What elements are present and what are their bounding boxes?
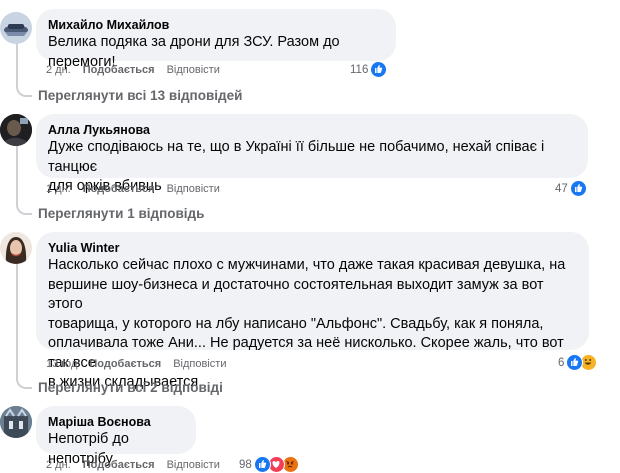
comment-actions: 1 дн. Подобається Відповісти (46, 182, 220, 196)
reaction-count: 116 (350, 63, 369, 76)
like-button[interactable]: Подобається (83, 63, 155, 77)
comment-author[interactable]: Алла Лукьянова (48, 122, 576, 138)
comment-bubble: Yulia Winter Насколько сейчас плохо с му… (36, 232, 589, 390)
comment-timestamp[interactable]: 13 год (46, 357, 77, 371)
reply-button[interactable]: Відповісти (167, 458, 220, 472)
comment-bubble: Алла Лукьянова Дуже сподіваюсь на те, що… (36, 114, 588, 194)
reaction-count: 47 (555, 182, 568, 195)
avatar[interactable] (0, 406, 32, 438)
comment-author[interactable]: Маріша Воєнова (48, 414, 184, 430)
thread-hook (16, 372, 32, 389)
reaction-summary[interactable]: 98 (239, 456, 299, 473)
comment-text: вершине шоу-бизнеса и достаточно состоят… (48, 276, 544, 313)
avatar-image (0, 232, 32, 264)
reaction-summary[interactable]: 116 (350, 61, 388, 78)
comment-bubble: Михайло Михайлов Велика подяка за дрони … (36, 9, 396, 70)
view-replies-link[interactable]: Переглянути 1 відповідь (38, 206, 204, 221)
comment-actions: 2 дн. Подобається Відповісти (46, 63, 220, 77)
view-replies-link[interactable]: Переглянути всі 13 відповідей (38, 88, 242, 103)
avatar-image (0, 406, 32, 438)
comment-actions: 2 дн. Подобається Відповісти (46, 458, 220, 472)
reply-button[interactable]: Відповісти (167, 63, 220, 77)
like-button[interactable]: Подобається (83, 458, 155, 472)
thread-line (16, 264, 18, 376)
reply-button[interactable]: Відповісти (167, 182, 220, 196)
comment-actions: 13 год Подобається Відповісти (46, 357, 226, 371)
comment-text: Дуже сподіваюсь на те, що в Україні її б… (48, 139, 545, 175)
reaction-summary[interactable]: 6 (558, 354, 598, 371)
like-button[interactable]: Подобається (89, 357, 161, 371)
like-icon (370, 61, 388, 78)
comment-text: Насколько сейчас плохо с мужчинами, что … (48, 257, 566, 273)
view-replies-link[interactable]: Переглянути всі 2 відповіді (38, 380, 223, 395)
comment-timestamp[interactable]: 2 дн. (46, 63, 71, 77)
avatar-image (0, 12, 32, 44)
reply-button[interactable]: Відповісти (173, 357, 226, 371)
reaction-summary[interactable]: 47 (555, 180, 587, 197)
comment-timestamp[interactable]: 1 дн. (46, 182, 71, 196)
reaction-count: 98 (239, 458, 252, 471)
comment-text: товарища, у которого на лбу написано "Ал… (48, 315, 544, 332)
avatar[interactable] (0, 12, 32, 44)
like-button[interactable]: Подобається (83, 182, 155, 196)
avatar-image (0, 114, 32, 146)
like-icon (253, 456, 271, 473)
avatar[interactable] (0, 114, 32, 146)
reaction-count: 6 (558, 356, 565, 369)
avatar[interactable] (0, 232, 32, 264)
like-icon (566, 354, 584, 371)
comment-author[interactable]: Михайло Михайлов (48, 17, 384, 33)
thread-line (16, 146, 18, 202)
thread-hook (16, 198, 32, 215)
comment-bubble: Маріша Воєнова Непотріб до непотрібу (36, 406, 196, 467)
comment-author[interactable]: Yulia Winter (48, 240, 577, 256)
thread-hook (16, 80, 32, 97)
comment-timestamp[interactable]: 2 дн. (46, 458, 71, 472)
like-icon (569, 180, 587, 197)
